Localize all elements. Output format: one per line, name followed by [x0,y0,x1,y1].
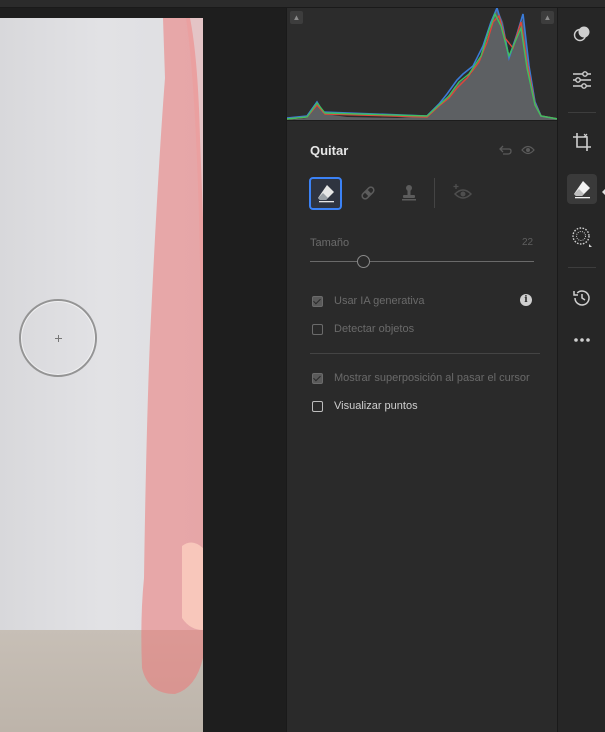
visibility-eye-icon[interactable] [521,145,535,159]
reset-icon[interactable] [499,145,512,159]
clone-stamp-tool[interactable] [393,178,424,209]
remove-button[interactable] [567,174,597,204]
stamp-icon [401,185,416,201]
history-button[interactable] [567,283,597,313]
rail-divider-2 [568,267,596,268]
info-icon[interactable]: i [520,294,532,306]
edit-button[interactable] [567,65,597,95]
visualize-spots-label: Visualizar puntos [334,400,418,412]
heal-bandage-tool[interactable] [352,178,383,209]
distraction-eye-icon [453,184,472,199]
eraser-remove-tool[interactable] [309,176,342,210]
show-overlay-checkbox[interactable] [312,372,323,384]
size-slider-track[interactable] [310,261,534,262]
history-icon [573,290,590,306]
visualize-spots-checkbox[interactable] [312,400,323,412]
rail-divider [568,112,596,113]
option-visualize-spots[interactable]: Visualizar puntos [312,400,418,412]
histogram-luminance [287,8,558,120]
option-detect-objects[interactable]: Detectar objetos [312,323,414,335]
tools-separator [434,178,435,208]
show-overlay-label: Mostrar superposición al pasar el cursor [334,372,530,384]
size-slider-label: Tamaño [310,237,350,249]
remove-tools [309,176,488,210]
title-bar [0,0,605,8]
detect-objects-checkbox[interactable] [312,323,323,335]
eraser-icon [317,185,334,203]
photo[interactable] [0,18,203,732]
presets-button[interactable] [567,19,597,49]
size-slider-value[interactable]: 22 [522,237,533,248]
edit-panel: ▲ ▲ Quitar Tamaño 22 Usar IA generativa [286,5,559,732]
panel-title: Quitar [310,143,349,158]
masking-button[interactable] [567,222,597,252]
generative-ai-checkbox[interactable] [312,295,323,307]
detect-objects-label: Detectar objetos [334,323,415,335]
crop-button[interactable] [567,127,597,157]
histogram-divider [287,120,558,121]
bandage-icon [360,186,375,200]
image-canvas[interactable] [0,8,286,732]
crop-icon [573,133,591,151]
presets-icon [573,26,590,42]
brush-crosshair-v [58,335,59,342]
brush-cursor [19,299,97,377]
histogram: ▲ ▲ [286,5,559,120]
panel-title-actions [499,145,535,159]
generative-ai-label: Usar IA generativa [334,295,425,307]
distraction-removal-tool[interactable] [447,178,478,209]
masking-icon [572,227,592,247]
highlight-clipping-toggle[interactable]: ▲ [541,11,554,24]
histogram-graph [286,5,559,120]
right-toolbar [558,8,605,732]
eraser-icon [574,181,590,199]
panel-divider [310,353,540,354]
size-slider-thumb[interactable] [357,255,371,268]
remove-mask-overlay [141,18,203,694]
option-generative-ai[interactable]: Usar IA generativa [312,295,425,307]
more-button[interactable] [567,325,597,355]
edit-sliders-icon [573,71,591,89]
more-icon [574,338,590,342]
shadow-clipping-toggle[interactable]: ▲ [290,11,303,24]
option-show-overlay[interactable]: Mostrar superposición al pasar el cursor [312,372,530,384]
